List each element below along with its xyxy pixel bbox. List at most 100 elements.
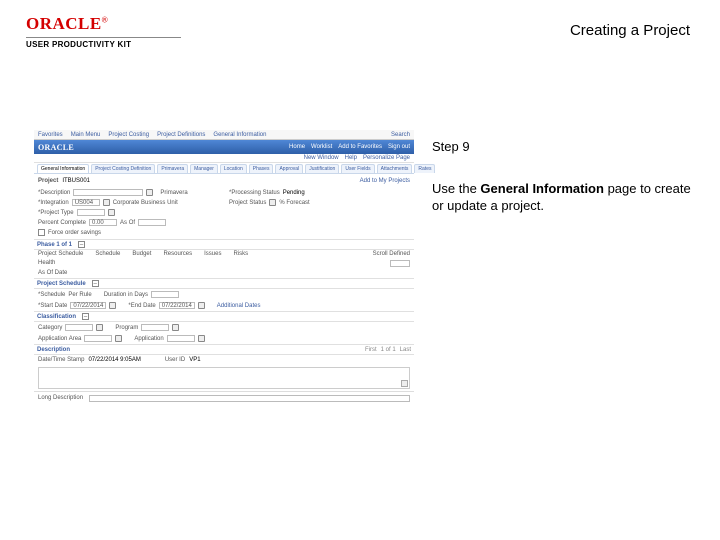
search-icon[interactable] — [108, 209, 115, 216]
as-of-label: As Of — [120, 220, 135, 226]
util-links: New Window Help Personalize Page — [34, 154, 414, 163]
tab-location[interactable]: Location — [220, 164, 247, 173]
collapse-icon[interactable]: – — [92, 280, 99, 287]
oracle-logo: ORACLE® — [26, 14, 181, 34]
project-type-label: *Project Type — [38, 210, 74, 216]
force-order-label: Force order savings — [48, 230, 101, 236]
oracle-logo-small: ORACLE — [38, 143, 74, 152]
phase-columns: Project Schedule Schedule Budget Resourc… — [34, 250, 414, 258]
duration-input[interactable] — [151, 291, 179, 298]
tab-user-fields[interactable]: User Fields — [341, 164, 374, 173]
force-order-checkbox[interactable] — [38, 229, 45, 236]
end-date-input[interactable]: 07/22/2014 — [159, 302, 195, 309]
app-area-input[interactable] — [84, 335, 112, 342]
nav-item[interactable]: Main Menu — [71, 132, 101, 138]
project-status-label: Project Status — [229, 200, 266, 206]
long-desc-input[interactable] — [89, 395, 410, 402]
search-link[interactable]: Search — [391, 132, 410, 138]
classification-bar: Classification – — [34, 311, 414, 322]
calendar-icon[interactable] — [198, 302, 205, 309]
link-help[interactable]: Help — [345, 155, 357, 161]
breadcrumb: Favorites Main Menu Project Costing Proj… — [34, 130, 414, 140]
integration-input[interactable]: US004 — [72, 199, 100, 206]
step-label: Step 9 — [432, 138, 692, 156]
brand-rule — [26, 37, 181, 38]
additional-dates-link[interactable]: Additional Dates — [217, 301, 261, 310]
expand-icon[interactable] — [401, 380, 408, 387]
search-icon[interactable] — [103, 199, 110, 206]
nav-item[interactable]: General Information — [213, 132, 266, 138]
search-icon[interactable] — [96, 324, 103, 331]
datetime-value: 07/22/2014 9:05AM — [88, 357, 140, 363]
app-header: ORACLE Home Worklist Add to Favorites Si… — [34, 140, 414, 154]
collapse-icon[interactable]: – — [82, 313, 89, 320]
collapse-icon[interactable]: – — [78, 241, 85, 248]
add-to-my-projects[interactable]: Add to My Projects — [360, 178, 410, 184]
link-signout[interactable]: Sign out — [388, 144, 410, 150]
instruction-block: Step 9 Use the General Information page … — [432, 138, 692, 215]
description-input[interactable] — [73, 189, 143, 196]
description-bar: Description First 1 of 1 Last — [34, 344, 414, 355]
tab-attachments[interactable]: Attachments — [377, 164, 413, 173]
link-new-window[interactable]: New Window — [304, 155, 339, 161]
as-of-input[interactable] — [138, 219, 166, 226]
tab-justification[interactable]: Justification — [305, 164, 339, 173]
scroll-input[interactable] — [390, 260, 410, 267]
link-personalize[interactable]: Personalize Page — [363, 155, 410, 161]
brand-subtitle: USER PRODUCTIVITY KIT — [26, 40, 181, 49]
health-label: Health — [38, 260, 55, 266]
link-worklist[interactable]: Worklist — [311, 144, 332, 150]
description-label: *Description — [38, 190, 70, 196]
project-label: Project — [38, 178, 58, 184]
description-textarea[interactable] — [38, 367, 410, 389]
page-tabs: General Information Project Costing Defi… — [34, 163, 414, 174]
link-favorites[interactable]: Add to Favorites — [338, 144, 382, 150]
status-icon[interactable] — [269, 199, 276, 206]
schedule-fields: *Schedule Per Rule Duration in Days — [34, 289, 414, 300]
project-id: ITBUS001 — [62, 178, 90, 184]
nav-item[interactable]: Favorites — [38, 132, 63, 138]
start-date-input[interactable]: 07/22/2014 — [70, 302, 106, 309]
search-icon[interactable] — [146, 189, 153, 196]
tab-rates[interactable]: Rates — [414, 164, 435, 173]
search-icon[interactable] — [198, 335, 205, 342]
classification-title: Classification — [37, 314, 76, 320]
category-input[interactable] — [65, 324, 93, 331]
nav-item[interactable]: Project Costing — [108, 132, 149, 138]
user-value: VP1 — [189, 357, 200, 363]
schedule-title: Project Schedule — [37, 281, 86, 287]
search-icon[interactable] — [172, 324, 179, 331]
percent-complete-input[interactable]: 0.00 — [89, 219, 117, 226]
user-label: User ID — [165, 357, 185, 363]
tab-phases[interactable]: Phases — [249, 164, 274, 173]
description-title: Description — [37, 347, 70, 353]
forecast-label: % Forecast — [279, 200, 309, 206]
percent-complete-label: Percent Complete — [38, 220, 86, 226]
tab-general-information[interactable]: General Information — [37, 164, 89, 173]
tab-approval[interactable]: Approval — [275, 164, 303, 173]
phase-title: Phase 1 of 1 — [37, 242, 72, 248]
calendar-icon[interactable] — [109, 302, 116, 309]
link-home[interactable]: Home — [289, 144, 305, 150]
long-desc-label: Long Description — [38, 395, 83, 401]
processing-status-value: Pending — [283, 190, 305, 196]
datetime-label: Date/Time Stamp — [38, 357, 84, 363]
search-icon[interactable] — [115, 335, 122, 342]
project-schedule-bar: Project Schedule – — [34, 278, 414, 289]
application-input[interactable] — [167, 335, 195, 342]
project-type-input[interactable] — [77, 209, 105, 216]
page-title: Creating a Project — [570, 22, 690, 39]
tab-primavera[interactable]: Primavera — [157, 164, 188, 173]
instruction-text: Use the General Information page to crea… — [432, 180, 692, 215]
phase-bar: Phase 1 of 1 – — [34, 239, 414, 250]
brand-block: ORACLE® USER PRODUCTIVITY KIT — [26, 14, 181, 49]
project-header: Project ITBUS001 Add to My Projects *Des… — [34, 174, 414, 239]
nav-item[interactable]: Project Definitions — [157, 132, 205, 138]
tab-project-costing[interactable]: Project Costing Definition — [91, 164, 155, 173]
as-of-date-label: As Of Date — [38, 270, 67, 276]
app-screenshot: Favorites Main Menu Project Costing Proj… — [34, 130, 414, 410]
program-input[interactable] — [141, 324, 169, 331]
processing-status-label: *Processing Status — [229, 190, 280, 196]
tab-manager[interactable]: Manager — [190, 164, 218, 173]
integration-label: *Integration — [38, 200, 69, 206]
